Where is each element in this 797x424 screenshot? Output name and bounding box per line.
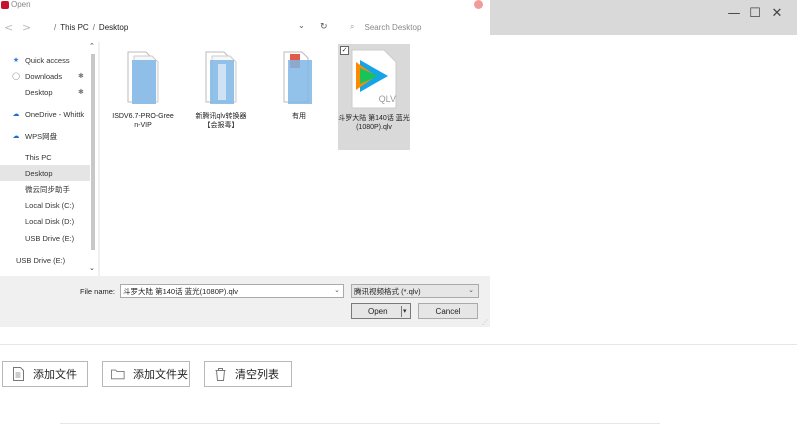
- dialog-close-icon[interactable]: [474, 0, 483, 9]
- maximize-icon[interactable]: ☐: [745, 6, 765, 21]
- refresh-icon[interactable]: ↻: [320, 22, 328, 32]
- dialog-footer: File name: 斗罗大陆 第140话 蓝光(1080P).qlv ⌄ 腾讯…: [0, 276, 490, 327]
- sidebar-item-label: WPS网盘: [25, 131, 58, 141]
- file-type-select[interactable]: 腾讯视频格式 (*.qlv) ⌄: [351, 284, 479, 298]
- chevron-down-icon[interactable]: ⌄: [298, 21, 305, 30]
- sidebar-item-desktop[interactable]: Desktop: [0, 165, 90, 181]
- divider: [401, 306, 402, 317]
- open-label: Open: [368, 307, 388, 316]
- sidebar-item-label: Desktop: [25, 87, 53, 97]
- chevron-down-icon[interactable]: ⌄: [334, 286, 340, 294]
- sidebar-item-label: USB Drive (E:): [25, 233, 75, 243]
- cloud-icon: ☁: [12, 110, 20, 118]
- chevron-down-icon[interactable]: ⌄: [89, 264, 95, 272]
- pin-icon: ✱: [78, 88, 84, 96]
- sidebar-item-weiyun[interactable]: 微云同步助手: [0, 181, 90, 197]
- file-name: 斗罗大陆 第140话 蓝光(1080P).qlv: [338, 115, 410, 131]
- back-arrow-icon[interactable]: <: [4, 21, 13, 34]
- file-list: ISDV6.7-PRO-Green-VIP 新腾讯qlv转换器【会报毒】 有用 …: [100, 42, 490, 276]
- sidebar-item-label: USB Drive (E:): [16, 255, 66, 265]
- sidebar-item-quick-access[interactable]: ★ Quick access: [0, 52, 90, 68]
- forward-arrow-icon[interactable]: >: [22, 21, 31, 34]
- sidebar-item-wps-cloud[interactable]: ☁ WPS网盘: [0, 128, 90, 144]
- sidebar-item-label: Downloads: [25, 71, 63, 81]
- wps-cloud-icon: ☁: [12, 132, 20, 140]
- sidebar-item-desktop-pinned[interactable]: Desktop ✱: [0, 84, 90, 100]
- resize-grip-icon[interactable]: ⋰: [482, 319, 488, 326]
- sidebar-item-usb-drive[interactable]: USB Drive (E:): [0, 230, 90, 246]
- minimize-icon[interactable]: —: [724, 6, 744, 21]
- app-icon: [1, 1, 9, 9]
- chevron-down-icon[interactable]: ▾: [403, 307, 407, 315]
- scrollbar-thumb[interactable]: [91, 54, 95, 250]
- file-name-field[interactable]: 斗罗大陆 第140话 蓝光(1080P).qlv ⌄: [120, 284, 344, 298]
- close-icon[interactable]: ✕: [767, 6, 787, 21]
- star-icon: ★: [12, 56, 20, 64]
- file-item-folder[interactable]: 有用: [268, 48, 330, 148]
- sidebar-item-this-pc[interactable]: This PC: [0, 149, 90, 165]
- file-icon: [11, 367, 25, 381]
- breadcrumb-separator: /: [54, 22, 57, 32]
- sidebar-item-label: 微云同步助手: [25, 184, 70, 194]
- add-folder-label: 添加文件夹: [133, 368, 188, 381]
- navigation-bar: < > / This PC / Desktop ⌄ ↻ ⌕ Search Des…: [0, 12, 490, 42]
- dialog-title: Open: [11, 0, 31, 9]
- clear-list-button[interactable]: 清空列表: [204, 361, 292, 387]
- folder-icon: [198, 48, 244, 108]
- sidebar-item-local-disk-c[interactable]: Local Disk (C:): [0, 197, 90, 213]
- file-item-qlv[interactable]: ✓ QLV 斗罗大陆 第140话 蓝光(1080P).qlv: [338, 44, 410, 150]
- sidebar-item-usb-drive-root[interactable]: USB Drive (E:): [0, 252, 90, 268]
- pin-icon: ✱: [78, 72, 84, 80]
- sidebar-item-downloads[interactable]: ◯ Downloads ✱: [0, 68, 90, 84]
- search-placeholder: Search Desktop: [364, 22, 422, 32]
- sidebar-item-label: Desktop: [25, 168, 53, 178]
- chevron-down-icon[interactable]: ⌄: [468, 286, 474, 294]
- file-item-folder[interactable]: ISDV6.7-PRO-Green-VIP: [112, 48, 174, 148]
- breadcrumb-this-pc[interactable]: This PC: [60, 23, 88, 32]
- sidebar-item-label: Local Disk (C:): [25, 200, 75, 210]
- file-name: 有用: [292, 113, 306, 120]
- sidebar-item-onedrive[interactable]: ☁ OneDrive - Whittk: [0, 106, 90, 122]
- sidebar-item-local-disk-d[interactable]: Local Disk (D:): [0, 213, 90, 229]
- file-name: ISDV6.7-PRO-Green-VIP: [112, 113, 174, 129]
- file-name-label: File name:: [80, 287, 116, 296]
- qlv-file-icon: QLV: [346, 48, 402, 110]
- sidebar-item-label: Local Disk (D:): [25, 216, 75, 226]
- file-name: 新腾讯qlv转换器【会报毒】: [195, 113, 247, 129]
- breadcrumb-desktop[interactable]: Desktop: [99, 23, 128, 32]
- add-file-label: 添加文件: [33, 368, 77, 381]
- qlv-badge: QLV: [378, 94, 396, 104]
- folder-icon: [111, 367, 125, 381]
- download-icon: ◯: [12, 72, 20, 80]
- search-icon: ⌕: [350, 22, 355, 31]
- address-bar[interactable]: / This PC / Desktop ⌄: [50, 19, 310, 35]
- chevron-up-icon[interactable]: ⌃: [89, 42, 95, 50]
- open-dialog: Open < > / This PC / Desktop ⌄ ↻ ⌕ Searc…: [0, 0, 490, 327]
- folder-icon: [120, 48, 166, 108]
- sidebar-item-label: Quick access: [25, 55, 70, 65]
- sidebar-item-label: This PC: [25, 152, 52, 162]
- breadcrumb-separator: /: [92, 22, 95, 32]
- cancel-label: Cancel: [435, 306, 461, 316]
- trash-icon: [213, 367, 227, 381]
- dialog-titlebar: Open: [0, 0, 490, 12]
- add-file-button[interactable]: 添加文件: [2, 361, 88, 387]
- navigation-pane: ★ Quick access ◯ Downloads ✱ Desktop ✱ ☁…: [0, 42, 98, 276]
- file-type-value: 腾讯视频格式 (*.qlv): [354, 286, 421, 296]
- file-item-folder[interactable]: 新腾讯qlv转换器【会报毒】: [190, 48, 252, 148]
- open-button[interactable]: Open ▾: [351, 303, 411, 319]
- sidebar-item-label: OneDrive - Whittk: [25, 109, 85, 119]
- add-folder-button[interactable]: 添加文件夹: [102, 361, 190, 387]
- cancel-button[interactable]: Cancel: [418, 303, 478, 319]
- folder-icon: [276, 48, 322, 108]
- clear-list-label: 清空列表: [235, 368, 279, 381]
- search-input[interactable]: ⌕ Search Desktop: [350, 19, 480, 35]
- app-toolbar: 添加文件 添加文件夹 清空列表: [0, 344, 797, 424]
- file-name-value: 斗罗大陆 第140话 蓝光(1080P).qlv: [123, 286, 239, 296]
- sidebar-scrollbar[interactable]: ⌃ ⌄: [89, 42, 96, 272]
